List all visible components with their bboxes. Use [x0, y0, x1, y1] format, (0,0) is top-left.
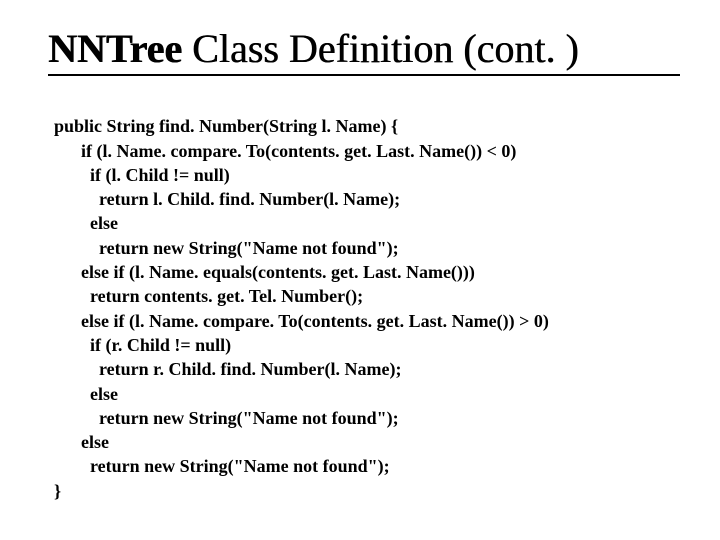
code-line: }	[54, 481, 61, 501]
title-rest-part: Class Definition (cont. )	[182, 26, 579, 71]
code-line: return new String("Name not found");	[54, 408, 399, 428]
code-line: public String find. Number(String l. Nam…	[54, 116, 398, 136]
code-line: else if (l. Name. compare. To(contents. …	[54, 311, 549, 331]
code-block: public String find. Number(String l. Nam…	[48, 90, 680, 527]
slide-title: NNTree Class Definition (cont. )	[48, 28, 680, 70]
title-container: NNTree Class Definition (cont. )	[48, 28, 680, 76]
code-line: return new String("Name not found");	[54, 456, 390, 476]
code-line: else if (l. Name. equals(contents. get. …	[54, 262, 475, 282]
code-line: if (l. Name. compare. To(contents. get. …	[54, 141, 516, 161]
code-line: else	[54, 384, 118, 404]
code-line: if (r. Child != null)	[54, 335, 231, 355]
code-line: return l. Child. find. Number(l. Name);	[54, 189, 400, 209]
slide: NNTree Class Definition (cont. ) public …	[0, 0, 720, 540]
code-line: return r. Child. find. Number(l. Name);	[54, 359, 402, 379]
code-line: if (l. Child != null)	[54, 165, 230, 185]
code-line: return contents. get. Tel. Number();	[54, 286, 363, 306]
code-line: else	[54, 432, 109, 452]
code-line: else	[54, 213, 118, 233]
code-line: return new String("Name not found");	[54, 238, 399, 258]
title-bold-part: NNTree	[48, 26, 182, 71]
